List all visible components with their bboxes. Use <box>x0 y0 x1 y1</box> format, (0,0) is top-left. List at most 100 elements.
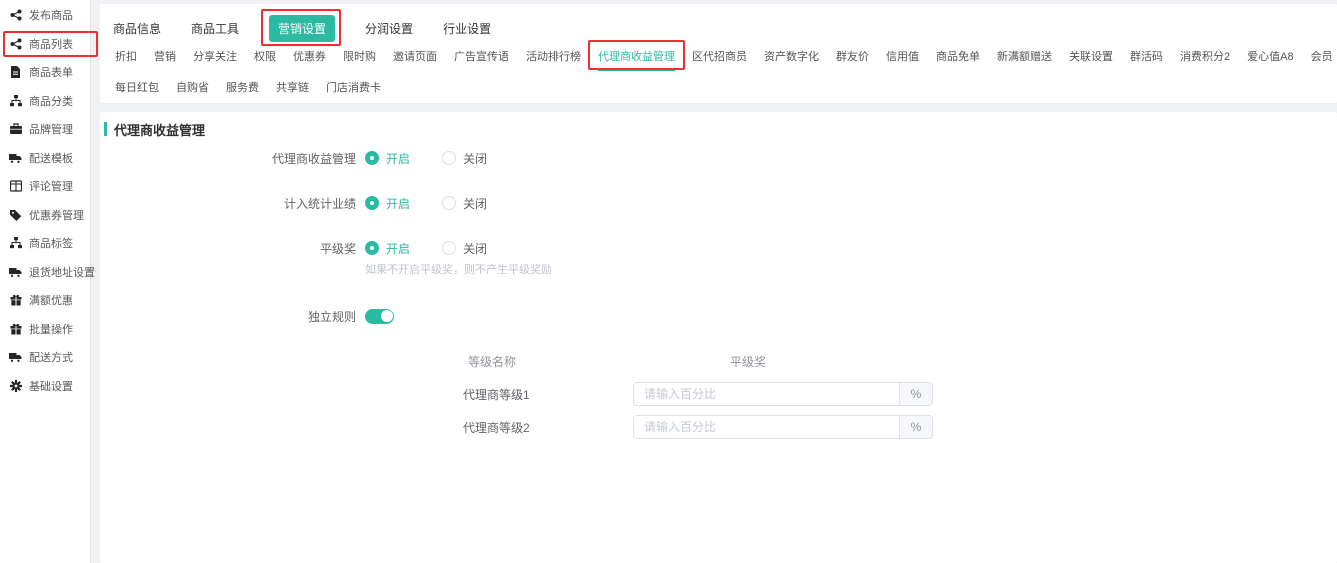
sidebar-item-label: 退货地址设置 <box>29 264 95 280</box>
subtab-邀请页面[interactable]: 邀请页面 <box>393 48 437 69</box>
sidebar-item-商品标签[interactable]: 商品标签 <box>0 229 90 258</box>
sidebar-item-品牌管理[interactable]: 品牌管理 <box>0 115 90 144</box>
subtab-代理商收益管理[interactable]: 代理商收益管理 <box>598 48 675 71</box>
share-icon <box>9 37 22 50</box>
gift-icon <box>9 322 22 335</box>
subtab-自购省[interactable]: 自购省 <box>176 79 209 100</box>
tab-分润设置[interactable]: 分润设置 <box>365 20 413 37</box>
subtab-共享链[interactable]: 共享链 <box>276 79 309 100</box>
sidebar-item-label: 优惠券管理 <box>29 207 84 223</box>
tab-商品信息[interactable]: 商品信息 <box>113 20 161 37</box>
gear-icon <box>9 379 22 392</box>
content-card: 代理商收益管理 代理商收益管理 开启 关闭 计入统计业绩 开启 关闭 <box>100 112 1337 563</box>
subtab-新满额赠送[interactable]: 新满额赠送 <box>997 48 1052 69</box>
radio-label: 关闭 <box>463 195 487 212</box>
subtab-分享关注[interactable]: 分享关注 <box>193 48 237 69</box>
sitemap-icon <box>9 237 22 250</box>
radio-unchecked-icon <box>442 196 456 210</box>
toggle-knob-icon <box>381 310 393 322</box>
tab-营销设置[interactable]: 营销设置 <box>269 15 335 42</box>
percent-input[interactable] <box>634 383 899 405</box>
field-label: 代理商收益管理 <box>100 150 356 167</box>
subtab-门店消费卡[interactable]: 门店消费卡 <box>326 79 381 100</box>
sidebar-item-发布商品[interactable]: 发布商品 <box>0 1 90 30</box>
radio-checked-icon <box>365 241 379 255</box>
subtab-会员[interactable]: 会员 <box>1311 48 1333 69</box>
radio-checked-icon <box>365 196 379 210</box>
subtab-爱心值A8[interactable]: 爱心值A8 <box>1247 48 1293 69</box>
subtab-限时购[interactable]: 限时购 <box>343 48 376 69</box>
sidebar-item-商品列表[interactable]: 商品列表 <box>0 30 90 59</box>
subtab-关联设置[interactable]: 关联设置 <box>1069 48 1113 69</box>
tab-行业设置[interactable]: 行业设置 <box>443 20 491 37</box>
radio-option-on[interactable]: 开启 <box>365 240 410 257</box>
independent-rule-toggle[interactable] <box>365 309 394 324</box>
table-icon <box>9 180 22 193</box>
sidebar-item-label: 基础设置 <box>29 378 73 394</box>
tab-商品工具[interactable]: 商品工具 <box>191 20 239 37</box>
briefcase-icon <box>9 123 22 136</box>
subtab-群活码[interactable]: 群活码 <box>1130 48 1163 69</box>
sidebar-item-label: 商品列表 <box>29 36 73 52</box>
subtabs-row2: 每日红包自购省服务费共享链门店消费卡 <box>100 79 1337 100</box>
subtab-权限[interactable]: 权限 <box>254 48 276 69</box>
subtabs-row1: 折扣营销分享关注权限优惠券限时购邀请页面广告宣传语活动排行榜代理商收益管理区代招… <box>100 48 1337 71</box>
annotation-box <box>261 9 341 46</box>
annotation-box <box>588 40 685 70</box>
subtab-资产数字化[interactable]: 资产数字化 <box>764 48 819 69</box>
sidebar-item-label: 商品分类 <box>29 93 73 109</box>
document-icon <box>9 66 22 79</box>
column-header-peer-award: 平级奖 <box>633 353 863 370</box>
form-row-agent-income: 代理商收益管理 开启 关闭 <box>100 148 1337 168</box>
radio-option-off[interactable]: 关闭 <box>442 150 487 167</box>
subtab-广告宣传语[interactable]: 广告宣传语 <box>454 48 509 69</box>
radio-option-off[interactable]: 关闭 <box>442 240 487 257</box>
share-icon <box>9 9 22 22</box>
subtab-服务费[interactable]: 服务费 <box>226 79 259 100</box>
subtab-优惠券[interactable]: 优惠券 <box>293 48 326 69</box>
subtab-折扣[interactable]: 折扣 <box>115 48 137 69</box>
tag-icon <box>9 208 22 221</box>
main-area: 商品信息 商品工具 营销设置 分润设置 行业设置 折扣营销分享关注权限优惠券限时购邀请页… <box>100 0 1337 563</box>
radio-unchecked-icon <box>442 241 456 255</box>
sidebar-item-label: 品牌管理 <box>29 121 73 137</box>
level-name: 代理商等级1 <box>463 386 633 403</box>
percent-input[interactable] <box>634 416 899 438</box>
truck-icon <box>9 351 22 364</box>
peer-award-hint: 如果不开启平级奖，则不产生平级奖励 <box>365 264 1337 276</box>
sidebar-item-满额优惠[interactable]: 满额优惠 <box>0 286 90 315</box>
subtab-信用值[interactable]: 信用值 <box>886 48 919 69</box>
sidebar-item-label: 配送模板 <box>29 150 73 166</box>
subtab-营销[interactable]: 营销 <box>154 48 176 69</box>
radio-label: 关闭 <box>463 150 487 167</box>
percent-input-group: % <box>633 415 933 439</box>
sidebar-item-商品表单[interactable]: 商品表单 <box>0 58 90 87</box>
percent-suffix: % <box>899 416 932 438</box>
sidebar-item-配送模板[interactable]: 配送模板 <box>0 144 90 173</box>
truck-icon <box>9 265 22 278</box>
table-row: 代理商等级2 % <box>100 415 1337 439</box>
subtab-区代招商员[interactable]: 区代招商员 <box>692 48 747 69</box>
subtab-商品免单[interactable]: 商品免单 <box>936 48 980 69</box>
sidebar-item-配送方式[interactable]: 配送方式 <box>0 343 90 372</box>
table-row: 代理商等级1 % <box>100 382 1337 406</box>
sitemap-icon <box>9 94 22 107</box>
radio-option-off[interactable]: 关闭 <box>442 195 487 212</box>
sidebar-item-批量操作[interactable]: 批量操作 <box>0 315 90 344</box>
sidebar-item-退货地址设置[interactable]: 退货地址设置 <box>0 258 90 287</box>
sidebar-item-商品分类[interactable]: 商品分类 <box>0 87 90 116</box>
radio-label: 开启 <box>386 150 410 167</box>
form-row-stats: 计入统计业绩 开启 关闭 <box>100 193 1337 213</box>
radio-option-on[interactable]: 开启 <box>365 150 410 167</box>
section-title-bar <box>104 122 107 136</box>
subtab-群友价[interactable]: 群友价 <box>836 48 869 69</box>
subtab-活动排行榜[interactable]: 活动排行榜 <box>526 48 581 69</box>
sidebar-item-label: 配送方式 <box>29 349 73 365</box>
sidebar-item-评论管理[interactable]: 评论管理 <box>0 172 90 201</box>
sidebar-item-优惠券管理[interactable]: 优惠券管理 <box>0 201 90 230</box>
radio-option-on[interactable]: 开启 <box>365 195 410 212</box>
subtab-每日红包[interactable]: 每日红包 <box>115 79 159 100</box>
sidebar-item-基础设置[interactable]: 基础设置 <box>0 372 90 401</box>
subtab-消费积分2[interactable]: 消费积分2 <box>1180 48 1230 69</box>
radio-label: 开启 <box>386 240 410 257</box>
